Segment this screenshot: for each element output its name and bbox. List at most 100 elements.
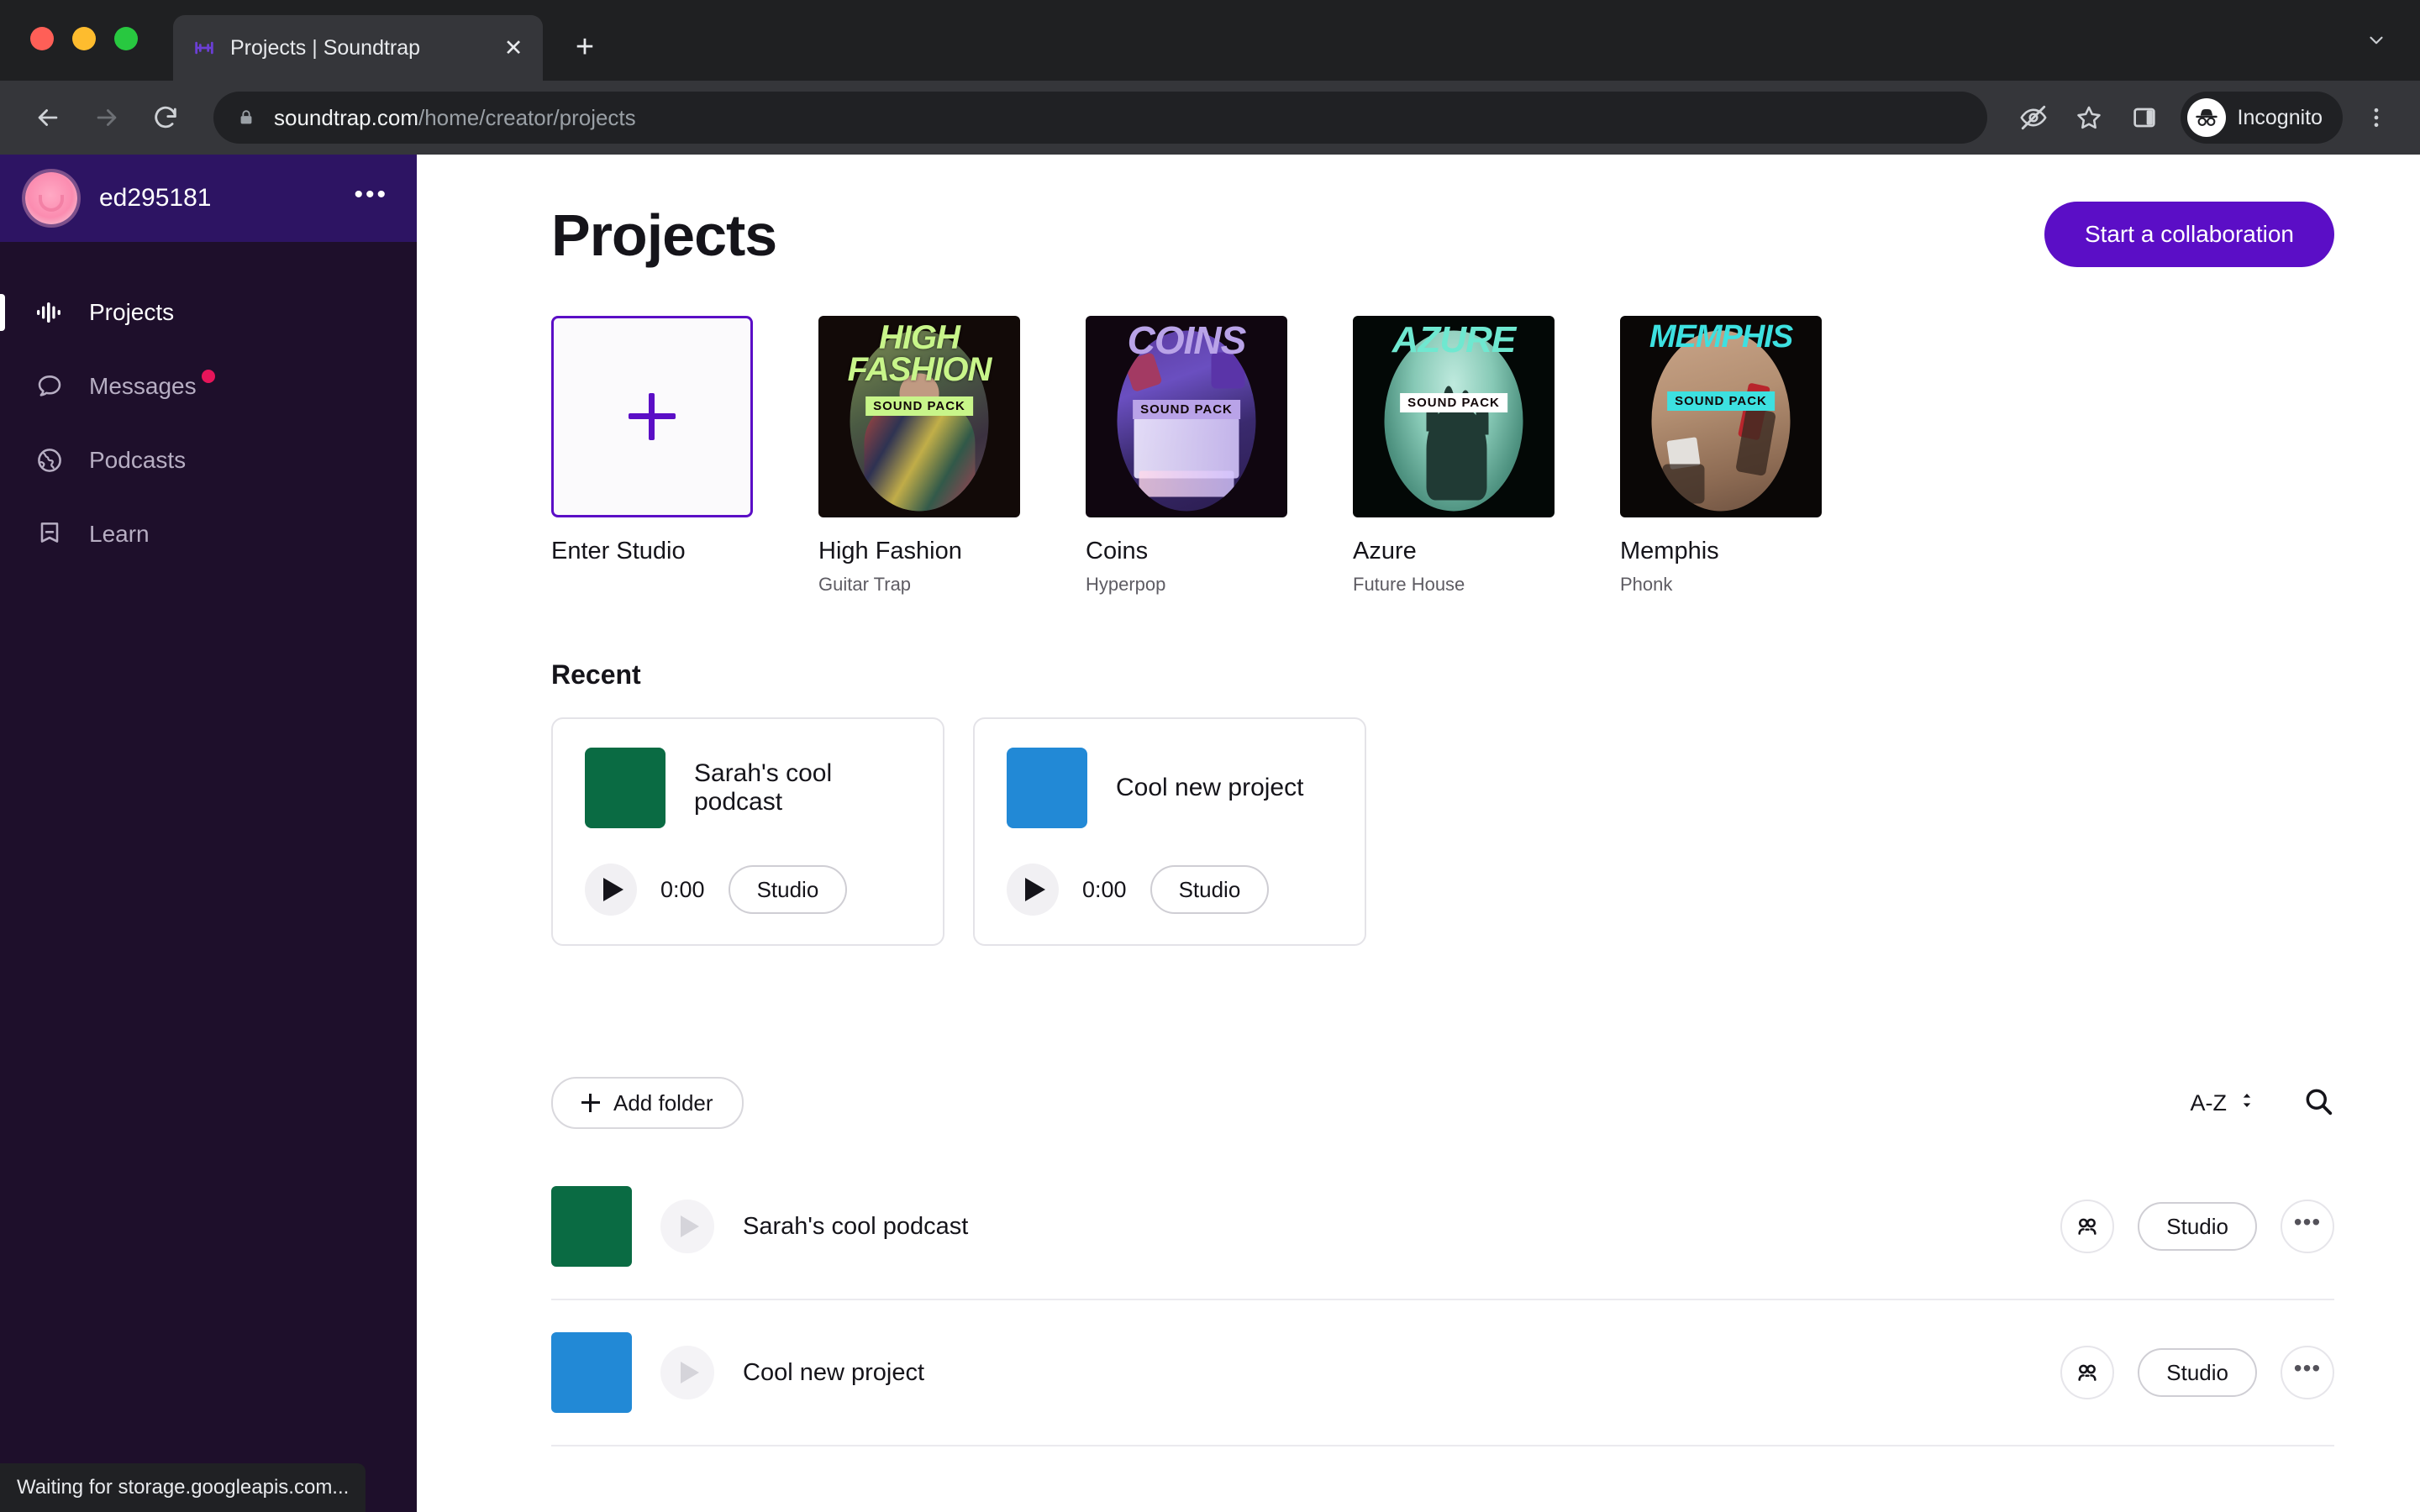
table-row[interactable]: Cool new project Studio ••• [551,1300,2334,1446]
address-bar-url: soundtrap.com/home/creator/projects [274,105,636,131]
enter-studio-tile[interactable] [551,316,753,517]
lock-icon [235,105,257,130]
window-traffic-lights [30,27,138,50]
sidebar-item-learn[interactable]: Learn [0,497,417,571]
new-tab-button[interactable]: + [561,24,608,71]
play-icon[interactable] [1007,864,1059,916]
more-horizontal-icon[interactable]: ••• [2281,1200,2334,1253]
sort-control[interactable]: A-Z [2191,1088,2258,1119]
project-name: Sarah's cool podcast [743,1212,969,1240]
page-header: Projects Start a collaboration [551,202,2334,269]
recent-card[interactable]: Sarah's cool podcast 0:00 Studio [551,717,944,946]
project-name: Cool new project [1116,774,1304,801]
people-icon[interactable] [2060,1346,2115,1399]
open-studio-button[interactable]: Studio [728,865,848,914]
pack-artwork[interactable]: AZURE SOUND PACK [1353,316,1555,517]
pack-genre: Phonk [1620,574,1673,595]
more-horizontal-icon[interactable]: ••• [2281,1346,2334,1399]
project-thumbnail [551,1186,632,1267]
pack-card-coins[interactable]: COINS SOUND PACK Coins Hyperpop [1086,316,1287,596]
project-name: Cool new project [743,1358,924,1386]
sidebar-item-label: Podcasts [89,447,187,473]
open-studio-button[interactable]: Studio [1150,865,1270,914]
sidebar-item-messages[interactable]: Messages [0,349,417,423]
sidebar-account-header[interactable]: ed295181 ••• [0,155,417,242]
project-list-toolbar: Add folder A-Z [551,1077,2334,1129]
sidebar-nav: Projects Messages Podcasts Learn [0,242,417,571]
book-icon [32,517,67,552]
page-title: Projects [551,202,777,268]
project-duration: 0:00 [1082,876,1127,902]
pack-wordmark: MEMPHIS [1649,319,1793,354]
pack-card-high-fashion[interactable]: HIGH FASHION SOUND PACK High Fashion Gui… [818,316,1020,596]
address-bar[interactable]: soundtrap.com/home/creator/projects [213,92,1987,144]
pack-badge: SOUND PACK [1667,391,1775,411]
back-arrow-icon[interactable] [22,92,74,144]
pack-name: Coins [1086,538,1149,564]
pack-artwork[interactable]: MEMPHIS SOUND PACK [1620,316,1822,517]
globe-icon [32,443,67,478]
pack-badge: SOUND PACK [1400,393,1507,412]
browser-status-bubble: Waiting for storage.googleapis.com... [0,1463,366,1512]
browser-tab-title: Projects | Soundtrap [230,35,421,60]
sidebar-item-podcasts[interactable]: Podcasts [0,423,417,497]
star-icon[interactable] [2065,93,2113,142]
recent-heading: Recent [551,659,641,690]
avatar[interactable] [25,172,77,224]
chevron-down-icon[interactable] [2358,22,2395,59]
pack-artwork[interactable]: HIGH FASHION SOUND PACK [818,316,1020,517]
browser-tabstrip: Projects | Soundtrap ✕ + [0,0,2420,81]
browser-toolbar: soundtrap.com/home/creator/projects Inco… [0,81,2420,155]
forward-arrow-icon[interactable] [81,92,133,144]
open-studio-button[interactable]: Studio [2138,1348,2257,1397]
more-horizontal-icon[interactable]: ••• [354,182,388,214]
plus-icon [581,1094,600,1112]
soundtrap-favicon-icon [192,35,217,60]
pack-wordmark: COINS [1127,318,1247,362]
browser-window: Projects | Soundtrap ✕ + soundtrap.com/h… [0,0,2420,1512]
sort-label: A-Z [2190,1089,2228,1116]
pack-genre: Future House [1353,574,1465,595]
sound-pack-row: Enter Studio HIGH FASHION SOUND PACK Hig… [551,316,2334,596]
incognito-hat-icon [2186,98,2226,137]
close-icon[interactable]: ✕ [499,34,528,62]
browser-tab[interactable]: Projects | Soundtrap ✕ [173,15,543,81]
pack-artwork[interactable]: COINS SOUND PACK [1086,316,1287,517]
pack-genre: Hyperpop [1086,574,1166,595]
three-dots-vertical-icon[interactable] [2354,93,2398,142]
reload-icon[interactable] [139,92,192,144]
table-row[interactable]: Sarah's cool podcast Studio ••• [551,1154,2334,1300]
open-studio-button[interactable]: Studio [2138,1202,2257,1251]
side-panel-icon[interactable] [2120,93,2169,142]
pack-name: High Fashion [818,538,962,564]
close-window-button[interactable] [30,27,54,50]
eye-slash-icon[interactable] [2009,93,2058,142]
recent-card[interactable]: Cool new project 0:00 Studio [973,717,1366,946]
play-icon[interactable] [585,864,637,916]
sidebar-item-projects[interactable]: Projects [0,276,417,349]
pack-card-enter-studio[interactable]: Enter Studio [551,316,753,596]
play-icon[interactable] [660,1200,714,1253]
sidebar-item-label: Messages [89,370,215,400]
sidebar: ed295181 ••• Projects Messages Podcasts … [0,155,417,1512]
search-icon[interactable] [2302,1085,2334,1121]
start-collaboration-button[interactable]: Start a collaboration [2044,202,2334,267]
play-icon[interactable] [660,1346,714,1399]
maximize-window-button[interactable] [114,27,138,50]
plus-icon [629,393,676,440]
minimize-window-button[interactable] [72,27,96,50]
project-thumbnail [551,1332,632,1413]
sort-updown-icon [2237,1088,2257,1119]
project-thumbnail [1007,748,1087,828]
pack-wordmark: AZURE [1392,319,1517,360]
people-icon[interactable] [2060,1200,2115,1253]
pack-card-memphis[interactable]: MEMPHIS SOUND PACK Memphis Phonk [1620,316,1822,596]
pack-card-azure[interactable]: AZURE SOUND PACK Azure Future House [1353,316,1555,596]
waveform-icon [32,295,67,330]
pack-name: Enter Studio [551,538,686,564]
pack-name: Azure [1353,538,1417,564]
add-folder-button[interactable]: Add folder [551,1077,744,1129]
project-name: Sarah's cool podcast [694,759,833,816]
incognito-indicator[interactable]: Incognito [2180,92,2343,144]
url-path: /home/creator/projects [418,104,636,130]
